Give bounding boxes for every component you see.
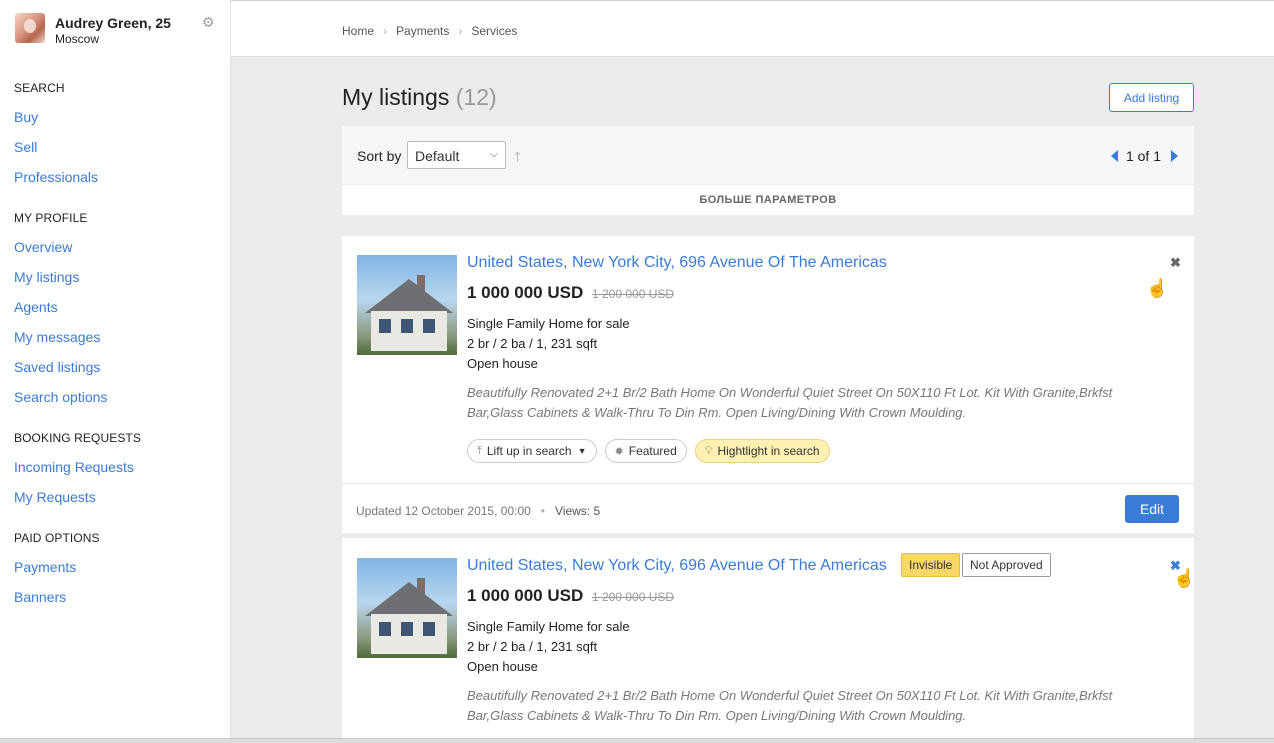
listing-photo[interactable] xyxy=(357,255,457,355)
listing-description: Beautifully Renovated 2+1 Br/2 Bath Home… xyxy=(467,688,1113,723)
section-title-search: SEARCH xyxy=(14,81,65,95)
sidebar-item-payments[interactable]: Payments xyxy=(14,559,76,575)
listing-footer: Updated 12 October 2015, 00:00 • Views: 5 … xyxy=(342,483,1194,533)
add-listing-button[interactable]: Add listing xyxy=(1109,83,1194,112)
listing-type: Single Family Home for sale xyxy=(467,316,630,331)
section-title-booking-requests: BOOKING REQUESTS xyxy=(14,431,141,445)
close-icon[interactable]: ✖ xyxy=(1170,256,1182,269)
featured-label: Featured xyxy=(628,444,677,458)
listing-photo[interactable] xyxy=(357,558,457,658)
chevron-right-icon: › xyxy=(458,24,463,38)
listing-type: Single Family Home for sale xyxy=(467,619,630,634)
status-badge-not-approved: Not Approved xyxy=(962,553,1051,577)
listing-meta: Updated 12 October 2015, 00:00 • Views: 5 xyxy=(356,504,601,518)
prev-page-icon[interactable] xyxy=(1110,150,1118,162)
sidebar-item-banners[interactable]: Banners xyxy=(14,589,66,605)
updated-text: Updated 12 October 2015, 00:00 xyxy=(356,504,531,518)
price-current: 1 000 000 USD xyxy=(467,586,584,605)
highlight-label: Hightlight in search xyxy=(717,444,820,458)
profile-city: Moscow xyxy=(55,32,100,46)
page-title-text: My listings xyxy=(342,84,450,110)
listing-open-house: Open house xyxy=(467,659,538,674)
sidebar-item-saved-listings[interactable]: Saved listings xyxy=(14,359,100,375)
sort-direction-icon[interactable]: 🡑 xyxy=(514,148,521,170)
chevron-right-icon: › xyxy=(383,24,388,38)
sort-toolbar: Sort by Default ⌵ 🡑 1 of 1 xyxy=(342,126,1194,184)
sidebar-item-overview[interactable]: Overview xyxy=(14,239,72,255)
listing-specs: 2 br / 2 ba / 1, 231 sqft xyxy=(467,639,598,654)
listing-address-link[interactable]: United States, New York City, 696 Avenue… xyxy=(467,557,887,575)
page-title: My listings (12) xyxy=(342,84,497,111)
lift-up-chip[interactable]: ⤒ Lift up in search ▼ xyxy=(467,439,597,463)
sidebar-item-professionals[interactable]: Professionals xyxy=(14,169,98,185)
breadcrumb-payments[interactable]: Payments xyxy=(396,24,449,38)
arrow-up-icon: ⤒ xyxy=(477,444,482,457)
sidebar-item-incoming-requests[interactable]: Incoming Requests xyxy=(14,459,134,475)
listing-address-link[interactable]: United States, New York City, 696 Avenue… xyxy=(467,254,887,272)
breadcrumb-home[interactable]: Home xyxy=(342,24,374,38)
gear-icon[interactable]: ⚙ xyxy=(202,15,216,29)
hand-cursor-icon: ☝ xyxy=(1173,568,1196,588)
lift-up-label: Lift up in search xyxy=(486,444,572,458)
listing-count: (12) xyxy=(455,84,497,110)
breadcrumb: Home › Payments › Services xyxy=(342,24,517,38)
profile-name: Audrey Green, 25 xyxy=(55,15,171,31)
caret-down-icon: ▼ xyxy=(577,446,587,456)
sidebar-item-sell[interactable]: Sell xyxy=(14,139,37,155)
pager-text: 1 of 1 xyxy=(1125,148,1161,164)
price-current: 1 000 000 USD xyxy=(467,283,584,302)
horizontal-scrollbar[interactable] xyxy=(0,738,1274,743)
listing-price: 1 000 000 USD 1 200 000 USD xyxy=(467,283,674,303)
listing-card: United States, New York City, 696 Avenue… xyxy=(342,538,1194,738)
next-page-icon[interactable] xyxy=(1171,150,1178,162)
sidebar-item-search-options[interactable]: Search options xyxy=(14,389,107,405)
sort-label: Sort by xyxy=(357,148,402,164)
breadcrumb-services: Services xyxy=(471,24,518,38)
pager: 1 of 1 xyxy=(1110,148,1178,164)
listing-open-house: Open house xyxy=(467,356,538,371)
listing-specs: 2 br / 2 ba / 1, 231 sqft xyxy=(467,336,598,351)
sort-select-value: Default xyxy=(415,148,460,164)
sidebar-item-agents[interactable]: Agents xyxy=(14,299,58,315)
listing-card: United States, New York City, 696 Avenue… xyxy=(342,236,1194,533)
hand-cursor-icon: ☝ xyxy=(1146,278,1169,298)
highlight-chip[interactable]: 💡︎ Hightlight in search xyxy=(694,439,830,463)
listing-description: Beautifully Renovated 2+1 Br/2 Bath Home… xyxy=(467,385,1113,420)
profile-block: Audrey Green, 25 Moscow ⚙ xyxy=(0,0,230,57)
chevron-down-icon: ⌵ xyxy=(490,149,498,160)
sort-select[interactable]: Default ⌵ xyxy=(407,141,506,169)
sidebar-item-my-messages[interactable]: My messages xyxy=(14,329,100,345)
listing-price: 1 000 000 USD 1 200 000 USD xyxy=(467,586,674,606)
more-params-toggle[interactable]: БОЛЬШЕ ПАРАМЕТРОВ xyxy=(342,185,1194,215)
section-title-my-profile: MY PROFILE xyxy=(14,211,88,225)
featured-chip[interactable]: ✹ Featured xyxy=(604,439,687,463)
price-old: 1 200 000 USD xyxy=(591,287,675,301)
edit-button[interactable]: Edit xyxy=(1125,495,1179,523)
views-count: Views: 5 xyxy=(555,504,601,518)
price-old: 1 200 000 USD xyxy=(591,590,675,604)
sidebar: Audrey Green, 25 Moscow ⚙ SEARCH Buy Sel… xyxy=(0,0,231,743)
avatar[interactable] xyxy=(15,13,45,43)
section-title-paid-options: PAID OPTIONS xyxy=(14,531,100,545)
status-badge-invisible: Invisible xyxy=(901,553,961,577)
sidebar-item-my-requests[interactable]: My Requests xyxy=(14,489,96,505)
sidebar-item-my-listings[interactable]: My listings xyxy=(14,269,79,285)
sidebar-item-buy[interactable]: Buy xyxy=(14,109,38,125)
listing-options: ⤒ Lift up in search ▼ ✹ Featured 💡︎ High… xyxy=(467,439,838,463)
top-bar: Home › Payments › Services xyxy=(231,0,1274,57)
sun-icon: ✹ xyxy=(614,445,624,458)
lightbulb-icon: 💡︎ xyxy=(704,444,713,457)
